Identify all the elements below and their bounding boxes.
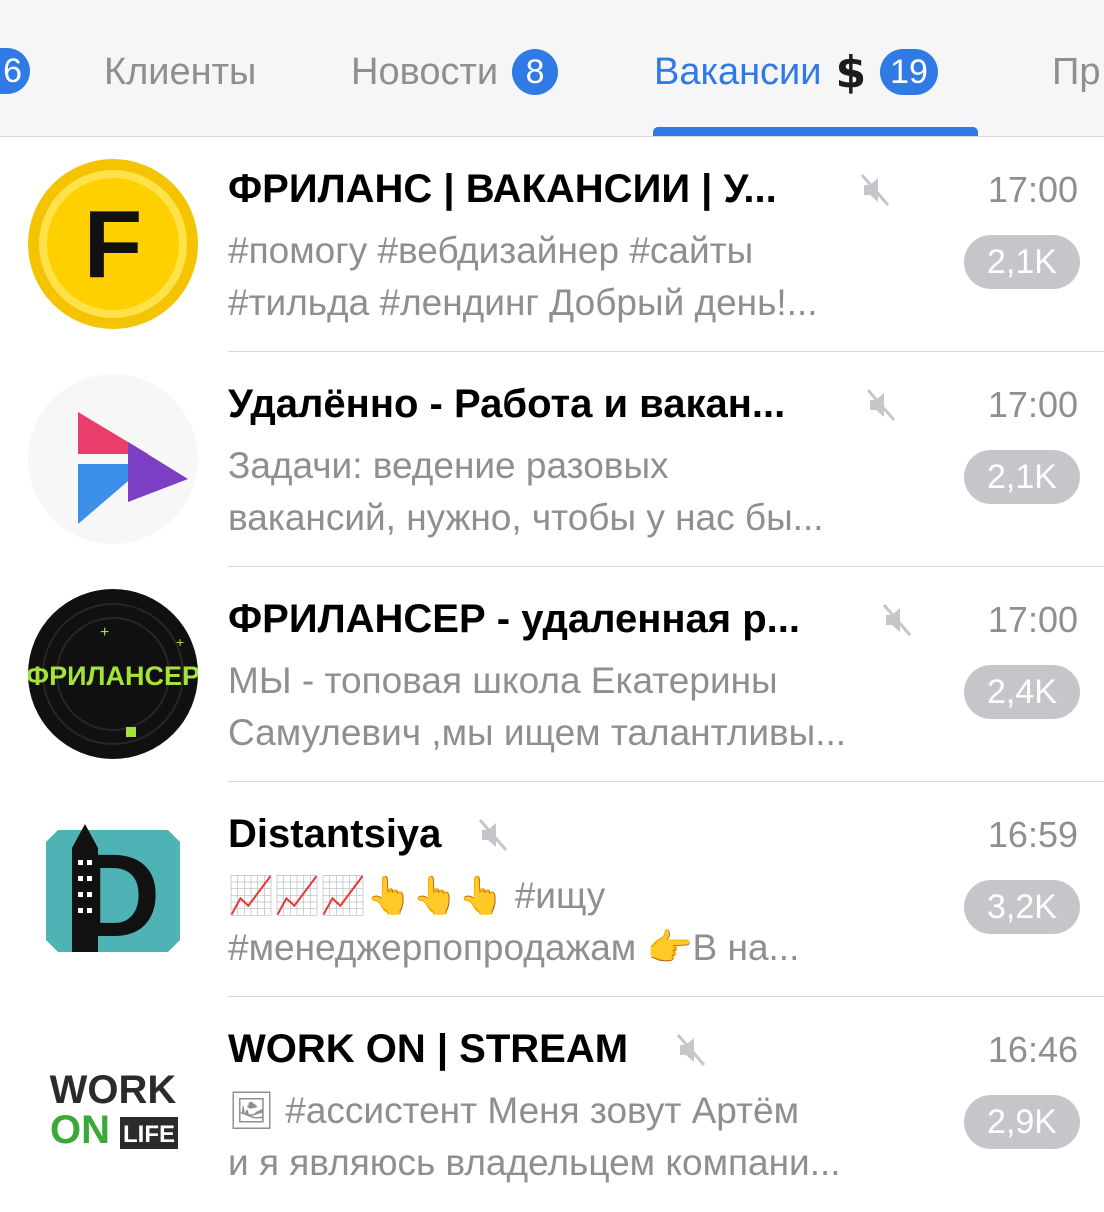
unread-count-badge: 2,1K bbox=[964, 235, 1080, 289]
folder-tab-bar: 6 Клиенты Новости 8 Вакансии $ 19 Пр bbox=[0, 0, 1104, 137]
tab-partial-next[interactable]: Пр bbox=[1052, 44, 1100, 100]
work-on-life-logo-avatar: WORK ON LIFE bbox=[28, 1019, 198, 1189]
chat-row[interactable]: D Distantsiya 16:59 📈📈📈👆👆👆 #ищу #менедже… bbox=[0, 782, 1104, 997]
preview-line: 🖼 #ассистент Меня зовут Артём bbox=[228, 1090, 800, 1131]
mute-icon bbox=[478, 819, 508, 851]
chat-title: Удалённо - Работа и вакан... bbox=[228, 382, 786, 426]
avatar-text: LIFE bbox=[123, 1121, 175, 1148]
tab-unread-badge: 8 bbox=[512, 49, 559, 95]
unread-count-badge: 2,9K bbox=[964, 1095, 1080, 1149]
avatar-text: WORK bbox=[50, 1068, 177, 1112]
chat-time: 17:00 bbox=[987, 169, 1078, 210]
tab-label: Новости bbox=[351, 50, 499, 93]
chat-preview: 📈📈📈👆👆👆 #ищу #менеджерпопродажам 👉В на... bbox=[228, 870, 948, 974]
chat-time: 17:00 bbox=[987, 384, 1078, 425]
tab-news[interactable]: Новости 8 bbox=[351, 44, 559, 100]
avatar-text: ФРИЛАНСЕР bbox=[28, 661, 198, 691]
preview-line: #тильда #лендинг Добрый день!... bbox=[228, 282, 818, 323]
chat-time: 16:46 bbox=[987, 1029, 1078, 1070]
chat-title: ФРИЛАНС | ВАКАНСИИ | У... bbox=[228, 167, 777, 211]
preview-line: МЫ - топовая школа Екатерины bbox=[228, 660, 778, 701]
chat-time: 17:00 bbox=[987, 599, 1078, 640]
preview-line: Самулевич ,мы ищем талантливы... bbox=[228, 712, 847, 753]
preview-line: вакансий, нужно, чтобы у нас бы... bbox=[228, 497, 824, 538]
svg-text:+: + bbox=[100, 624, 109, 641]
tab-unread-badge: 19 bbox=[880, 49, 938, 95]
avatar-letter: F bbox=[84, 191, 143, 298]
chat-row[interactable]: WORK ON LIFE WORK ON | STREAM 16:46 🖼 #а… bbox=[0, 997, 1104, 1212]
chat-time: 16:59 bbox=[987, 814, 1078, 855]
freelance-f-coin-avatar: F bbox=[28, 159, 198, 329]
active-tab-indicator bbox=[653, 127, 978, 136]
chat-preview: #помогу #вебдизайнер #сайты #тильда #лен… bbox=[228, 225, 948, 329]
preview-line: и я являюсь владельцем компани... bbox=[228, 1142, 841, 1183]
svg-text:+: + bbox=[176, 634, 184, 650]
preview-line: 📈📈📈👆👆👆 #ищу bbox=[228, 875, 606, 916]
chat-title: Distantsiya bbox=[228, 812, 442, 856]
distantsiya-d-avatar: D bbox=[46, 824, 180, 962]
tab-clients[interactable]: Клиенты bbox=[104, 44, 256, 100]
tab-partial-left-badge[interactable]: 6 bbox=[0, 48, 30, 94]
tab-label: Клиенты bbox=[104, 50, 257, 93]
mute-icon bbox=[676, 1034, 706, 1066]
unread-count-badge: 3,2K bbox=[964, 880, 1080, 934]
mute-icon bbox=[882, 604, 912, 636]
chat-title: WORK ON | STREAM bbox=[228, 1027, 629, 1071]
preview-line: #менеджерпопродажам 👉В на... bbox=[228, 927, 800, 968]
chat-row[interactable]: ФРИЛАНСЕР + + ФРИЛАНСЕР - удаленная р...… bbox=[0, 567, 1104, 782]
frilanser-logo-avatar: ФРИЛАНСЕР + + bbox=[28, 589, 198, 759]
chat-preview: МЫ - топовая школа Екатерины Самулевич ,… bbox=[228, 655, 948, 759]
chat-title: ФРИЛАНСЕР - удаленная р... bbox=[228, 597, 801, 641]
dollar-icon: $ bbox=[835, 46, 867, 98]
mute-icon bbox=[860, 174, 890, 206]
preview-line: Задачи: ведение разовых bbox=[228, 445, 669, 486]
chat-preview: 🖼 #ассистент Меня зовут Артём и я являюс… bbox=[228, 1085, 948, 1189]
avatar-text: ON bbox=[50, 1108, 110, 1152]
tab-label: Вакансии bbox=[654, 50, 822, 93]
chat-preview: Задачи: ведение разовых вакансий, нужно,… bbox=[228, 440, 948, 544]
preview-line: #помогу #вебдизайнер #сайты bbox=[228, 230, 754, 271]
tab-label: Пр bbox=[1052, 50, 1101, 93]
mute-icon bbox=[866, 389, 896, 421]
play-triangle-avatar bbox=[28, 374, 198, 544]
unread-count-badge: 2,1K bbox=[964, 450, 1080, 504]
chat-row[interactable]: Удалённо - Работа и вакан... 17:00 Задач… bbox=[0, 352, 1104, 567]
chat-row[interactable]: F ФРИЛАНС | ВАКАНСИИ | У... 17:00 #помог… bbox=[0, 137, 1104, 352]
unread-count-badge: 2,4K bbox=[964, 665, 1080, 719]
tab-vacancies[interactable]: Вакансии $ 19 bbox=[654, 44, 938, 100]
